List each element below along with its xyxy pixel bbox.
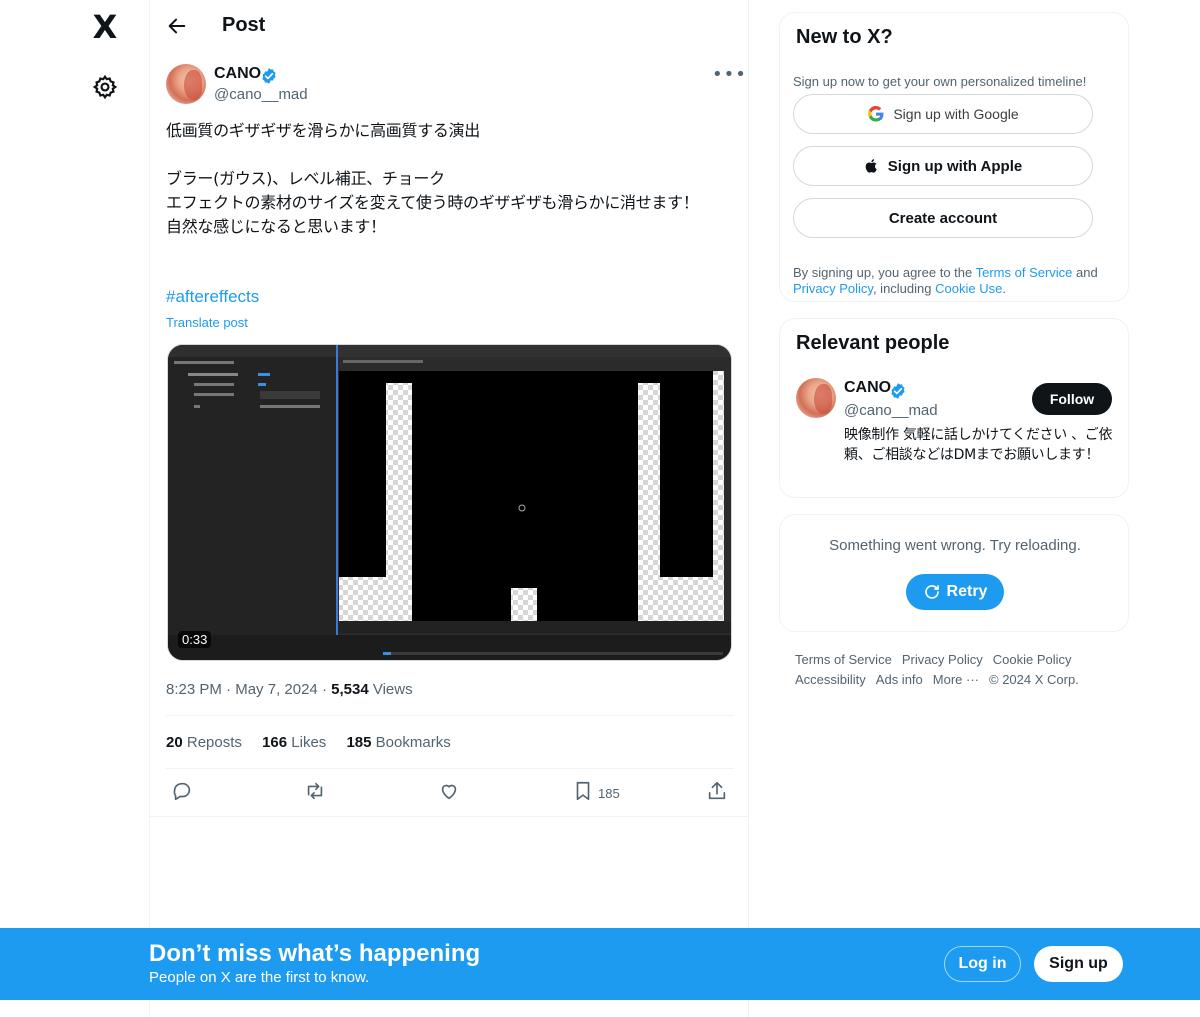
divider: [166, 715, 734, 716]
page-title: Post: [222, 14, 266, 36]
terms-and: and: [1072, 265, 1098, 280]
relevant-people-title: Relevant people: [796, 332, 950, 354]
verified-badge-icon: [260, 67, 278, 85]
refresh-icon: [924, 585, 939, 599]
retry-button[interactable]: Retry: [906, 574, 1004, 610]
follow-button[interactable]: Follow: [1032, 383, 1112, 415]
likes-stat[interactable]: 166 Likes: [262, 734, 326, 751]
bookmarks-label: Bookmarks: [375, 734, 451, 751]
relevant-person-bio: 映像制作 気軽に話しかけてください 、ご依頼、ご相談などはDMまでお願いします！: [844, 427, 1113, 463]
hashtag-link[interactable]: #aftereffects: [166, 287, 259, 307]
signup-apple-button[interactable]: Sign up with Apple: [793, 146, 1093, 186]
post-text: 低画質のギザギザを滑らかに高画質する演出 ブラー(ガウス)、レベル補正、チョーク…: [166, 121, 699, 236]
cookie-use-link[interactable]: Cookie Use: [935, 281, 1002, 296]
divider: [166, 768, 734, 769]
terms-of-service-link[interactable]: Terms of Service: [976, 265, 1073, 280]
video-frame-illustration: [168, 345, 731, 660]
post-stats: 20 Reposts 166 Likes 185 Bookmarks: [166, 734, 467, 751]
reposts-label: Reposts: [186, 734, 242, 751]
post-video[interactable]: 0:33: [167, 344, 732, 661]
post-date[interactable]: May 7, 2024: [235, 681, 318, 698]
post-actions: 185: [166, 780, 734, 806]
signup-card-title: New to X?: [796, 26, 893, 48]
video-duration: 0:33: [178, 631, 212, 648]
bookmarks-stat[interactable]: 185 Bookmarks: [346, 734, 450, 751]
gear-icon[interactable]: [92, 74, 118, 100]
login-banner: Don’t miss what’s happening People on X …: [0, 928, 1200, 1000]
footer-link[interactable]: Privacy Policy: [902, 652, 983, 667]
footer-link[interactable]: Terms of Service: [795, 652, 892, 667]
footer-link[interactable]: Cookie Policy: [993, 652, 1072, 667]
avatar[interactable]: [166, 64, 206, 104]
banner-title: Don’t miss what’s happening: [149, 940, 481, 967]
apple-icon: [865, 159, 877, 173]
footer-link[interactable]: Accessibility: [795, 672, 866, 687]
views-label: Views: [372, 681, 413, 698]
create-account-button[interactable]: Create account: [793, 198, 1093, 238]
meta-separator: ·: [321, 681, 332, 698]
signup-card: New to X? Sign up now to get your own pe…: [779, 12, 1129, 302]
create-account-label: Create account: [888, 209, 998, 227]
signup-button[interactable]: Sign up: [1034, 946, 1123, 982]
divider: [150, 816, 748, 817]
more-options-icon[interactable]: •••: [712, 66, 746, 88]
signup-terms: By signing up, you agree to the Terms of…: [793, 265, 1123, 297]
error-card: Something went wrong. Try reloading. Ret…: [779, 514, 1129, 632]
signup-google-label: Sign up with Google: [893, 106, 1019, 122]
login-button[interactable]: Log in: [944, 946, 1021, 982]
avatar[interactable]: [796, 378, 836, 418]
error-message: Something went wrong. Try reloading.: [829, 537, 1081, 554]
reposts-stat[interactable]: 20 Reposts: [166, 734, 242, 751]
like-icon[interactable]: [438, 780, 462, 804]
left-nav: X: [0, 0, 150, 1017]
terms-prefix: By signing up, you agree to the: [793, 265, 976, 280]
bookmark-icon[interactable]: [572, 780, 596, 804]
x-logo-icon[interactable]: X: [88, 10, 122, 44]
author-handle[interactable]: @cano__mad: [214, 86, 308, 103]
post-meta: 8:23 PM · May 7, 2024 · 5,534 Views: [166, 681, 413, 698]
translate-post-link[interactable]: Translate post: [166, 315, 248, 330]
bookmarks-count: 185: [346, 734, 372, 751]
footer-link[interactable]: Ads info: [876, 672, 923, 687]
post-time[interactable]: 8:23 PM: [166, 681, 222, 698]
likes-count: 166: [262, 734, 288, 751]
relevant-person-handle[interactable]: @cano__mad: [844, 402, 938, 419]
share-icon[interactable]: [706, 780, 730, 804]
relevant-person-name[interactable]: CANO: [844, 379, 891, 397]
page-header: Post: [150, 0, 748, 53]
repost-icon[interactable]: [304, 780, 328, 804]
terms-including: , including: [872, 281, 936, 296]
verified-badge-icon: [889, 382, 907, 400]
footer-more-link[interactable]: More ···: [933, 672, 979, 687]
author-name[interactable]: CANO: [214, 65, 261, 83]
views-count: 5,534: [331, 681, 369, 698]
bookmark-action-count: 185: [598, 786, 620, 801]
signup-subtitle: Sign up now to get your own personalized…: [793, 74, 1087, 89]
signup-google-button[interactable]: Sign up with Google: [793, 94, 1093, 134]
banner-subtitle: People on X are the first to know.: [149, 969, 370, 986]
reply-icon[interactable]: [171, 780, 195, 804]
main-column: Post CANO @cano__mad ••• 低画質のギザギザを滑らかに高画…: [149, 0, 749, 1017]
post-author: CANO @cano__mad •••: [166, 64, 746, 108]
terms-end: .: [1002, 281, 1006, 296]
retry-label: Retry: [946, 583, 988, 600]
relevant-people-card: Relevant people CANO @cano__mad Follow 映…: [779, 318, 1129, 498]
privacy-policy-link[interactable]: Privacy Policy: [793, 281, 873, 296]
reposts-count: 20: [166, 734, 183, 751]
footer-links: Terms of Service Privacy Policy Cookie Pol…: [795, 650, 1115, 690]
likes-label: Likes: [291, 734, 327, 751]
copyright: © 2024 X Corp.: [989, 672, 1079, 687]
google-icon: [868, 105, 884, 122]
signup-apple-label: Sign up with Apple: [887, 157, 1023, 175]
meta-separator: ·: [226, 681, 236, 698]
back-arrow-icon[interactable]: [166, 15, 188, 37]
